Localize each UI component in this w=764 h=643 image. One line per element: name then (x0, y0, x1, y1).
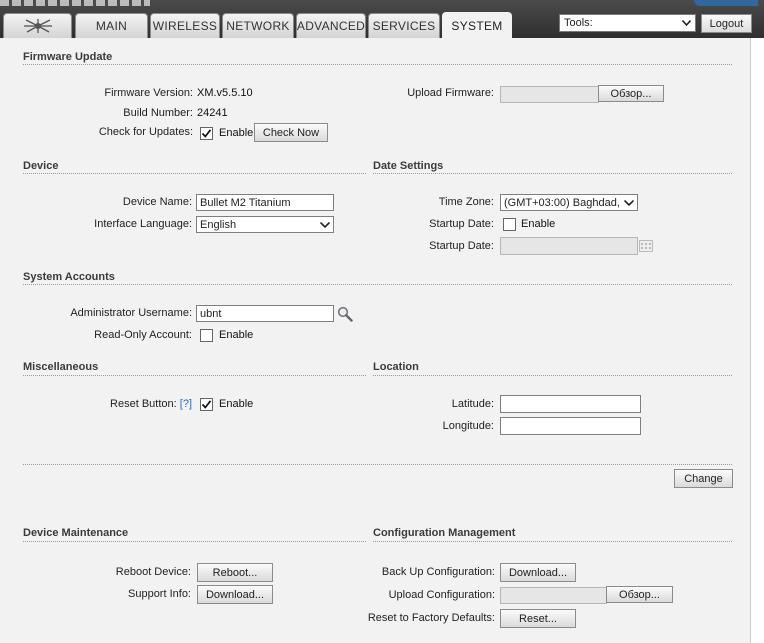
section-divider (373, 375, 732, 376)
longitude-input[interactable] (500, 417, 641, 435)
tab-advanced[interactable]: ADVANCED (296, 13, 366, 38)
tools-dropdown[interactable]: Tools: (559, 14, 696, 32)
firmware-version-label: Firmware Version: (104, 87, 193, 99)
startup-date-enable-label: Enable (521, 218, 556, 230)
section-divider (23, 375, 366, 376)
startup-date-checkbox[interactable] (503, 218, 516, 231)
tab-network[interactable]: NETWORK (222, 13, 294, 38)
tab-main[interactable]: MAIN (75, 13, 148, 38)
back-up-configuration-label: Back Up Configuration: (381, 566, 495, 578)
build-number-value: 24241 (197, 107, 228, 119)
section-divider (23, 173, 366, 174)
time-zone-value: (GMT+03:00) Baghdad, I (504, 196, 622, 209)
time-zone-label: Time Zone: (438, 196, 494, 208)
interface-language-select[interactable]: English (196, 216, 334, 233)
tab-system[interactable]: SYSTEM (442, 12, 512, 39)
section-title-miscellaneous: Miscellaneous (23, 361, 99, 373)
section-title-configuration-management: Configuration Management (373, 527, 516, 539)
check-for-updates-label: Check for Updates: (98, 126, 193, 138)
reboot-device-label: Reboot Device: (115, 566, 191, 578)
check-for-updates-enable-label: Enable (219, 127, 254, 139)
section-divider (23, 541, 366, 542)
time-zone-select[interactable]: (GMT+03:00) Baghdad, I (500, 194, 638, 211)
upload-firmware-file-field[interactable] (500, 86, 599, 103)
latitude-label: Latitude: (451, 398, 494, 410)
section-divider (373, 541, 732, 542)
read-only-account-checkbox[interactable] (200, 329, 213, 342)
logout-button[interactable]: Logout (701, 14, 752, 33)
upload-firmware-browse-button[interactable]: Обзор... (598, 85, 664, 102)
tools-dropdown-label: Tools: (564, 17, 593, 29)
latitude-input[interactable] (500, 395, 641, 413)
chevron-down-icon (624, 199, 634, 206)
system-settings-panel: Firmware Update Firmware Version: XM.v5.… (0, 38, 751, 643)
section-title-system-accounts: System Accounts (23, 271, 115, 283)
interface-language-label: Interface Language: (94, 218, 192, 230)
back-up-configuration-download-button[interactable]: Download... (500, 563, 576, 582)
section-divider (23, 284, 732, 285)
reset-to-factory-defaults-button[interactable]: Reset... (500, 609, 576, 628)
reset-button-enable-label: Enable (219, 398, 254, 410)
section-divider (373, 173, 732, 174)
upload-configuration-file-field[interactable] (500, 587, 607, 604)
reset-button-label-text: Reset Button: (110, 398, 177, 410)
read-only-account-enable-label: Enable (219, 329, 254, 341)
checkmark-icon (201, 400, 212, 409)
startup-date-label: Startup Date: (429, 218, 494, 230)
support-info-download-button[interactable]: Download... (197, 585, 273, 604)
section-title-firmware-update: Firmware Update (23, 51, 113, 63)
top-navigation-bar: MAIN WIRELESS NETWORK ADVANCED SERVICES … (0, 0, 764, 39)
startup-date-input[interactable] (500, 237, 638, 255)
device-name-label: Device Name: (122, 196, 192, 208)
section-title-device: Device (23, 160, 59, 172)
upload-firmware-label: Upload Firmware: (407, 87, 494, 99)
reset-button-label: Reset Button: [?] (110, 398, 192, 410)
search-icon[interactable] (337, 306, 353, 322)
section-divider (23, 64, 732, 65)
section-title-device-maintenance: Device Maintenance (23, 527, 129, 539)
ubiquiti-logo-icon (23, 19, 52, 33)
reset-button-checkbox[interactable] (200, 398, 213, 411)
interface-language-value: English (200, 218, 237, 231)
firmware-version-value: XM.v5.5.10 (197, 87, 253, 99)
tab-airos-logo[interactable] (3, 13, 72, 38)
checkmark-icon (201, 129, 212, 138)
chevron-down-icon (320, 221, 330, 228)
section-divider (23, 464, 732, 465)
change-button[interactable]: Change (674, 469, 733, 488)
support-info-label: Support Info: (128, 588, 191, 600)
upload-configuration-browse-button[interactable]: Обзор... (606, 586, 673, 603)
administrator-username-input[interactable]: ubnt (196, 305, 334, 322)
administrator-username-label: Administrator Username: (70, 307, 192, 319)
section-title-location: Location (373, 361, 419, 373)
upload-configuration-label: Upload Configuration: (388, 589, 495, 601)
section-title-date-settings: Date Settings (373, 160, 444, 172)
brand-logo-right (694, 0, 758, 6)
check-now-button[interactable]: Check Now (254, 123, 328, 142)
read-only-account-label: Read-Only Account: (94, 329, 192, 341)
device-name-input[interactable]: Bullet M2 Titanium (196, 194, 334, 211)
brand-logo-strip (0, 0, 150, 6)
tab-wireless[interactable]: WIRELESS (150, 13, 220, 38)
chevron-down-icon (682, 20, 691, 26)
startup-date-field-label: Startup Date: (429, 240, 494, 252)
tab-services[interactable]: SERVICES (368, 13, 440, 38)
longitude-label: Longitude: (442, 420, 494, 432)
calendar-icon[interactable] (639, 240, 653, 252)
check-for-updates-checkbox[interactable] (200, 127, 213, 140)
build-number-label: Build Number: (123, 107, 193, 119)
reset-to-factory-defaults-label: Reset to Factory Defaults: (367, 612, 495, 624)
reset-button-help-link[interactable]: [?] (180, 398, 192, 410)
reboot-button[interactable]: Reboot... (197, 563, 273, 582)
